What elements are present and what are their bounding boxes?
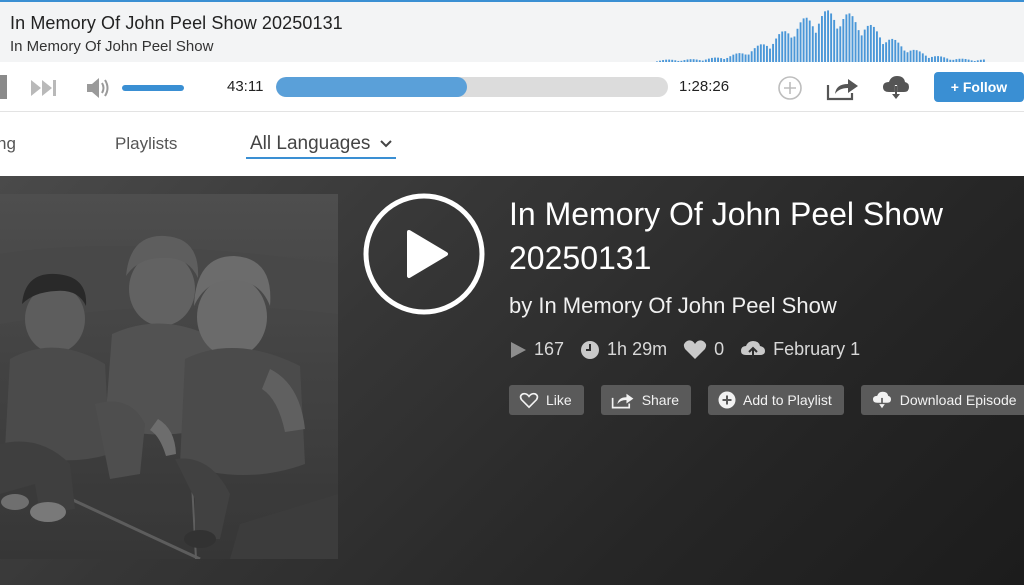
episode-hero: In Memory Of John Peel Show 20250131 by …	[0, 176, 1024, 585]
cloud-download-icon[interactable]	[882, 75, 910, 101]
waveform-bar	[814, 32, 817, 64]
progress-fill	[276, 77, 468, 97]
player-header: In Memory Of John Peel Show 20250131 In …	[0, 0, 1024, 64]
waveform-bar	[854, 22, 857, 64]
waveform-bar	[836, 28, 839, 64]
waveform-bar	[830, 13, 833, 64]
stat-duration: 1h 29m	[580, 339, 667, 360]
waveform-bar	[882, 44, 884, 64]
stat-date: February 1	[740, 339, 860, 360]
episode-byline[interactable]: by In Memory Of John Peel Show	[509, 293, 837, 319]
share-icon[interactable]	[826, 75, 860, 101]
waveform-bar	[888, 39, 891, 64]
follow-button[interactable]: + Follow	[934, 72, 1024, 102]
player-controls: 43:11 1:28:26 + Follow	[0, 62, 1024, 112]
cloud-upload-icon	[741, 340, 766, 359]
episode-cover-image	[0, 194, 338, 559]
add-circle-icon[interactable]	[777, 75, 803, 101]
total-duration: 1:28:26	[679, 78, 730, 95]
clock-icon	[581, 340, 600, 359]
episode-stats: 167 1h 29m 0 February 1	[509, 339, 876, 360]
add-to-playlist-label: Add to Playlist	[743, 392, 832, 408]
plays-count: 167	[534, 339, 565, 359]
waveform-bar	[811, 26, 814, 64]
likes-count: 0	[714, 339, 725, 359]
waveform-bar	[808, 20, 811, 64]
waveform-bar	[824, 11, 826, 64]
language-select[interactable]: All Languages	[246, 131, 397, 159]
waveform-bar	[863, 29, 866, 64]
waveform-bar	[799, 22, 802, 64]
waveform-bar	[848, 13, 851, 64]
waveform-bar	[897, 42, 900, 64]
waveform-bar	[857, 30, 860, 64]
share-label: Share	[641, 392, 680, 408]
waveform-bar	[885, 42, 888, 64]
track-subtitle[interactable]: In Memory Of John Peel Show	[10, 38, 213, 55]
stat-likes: 0	[683, 339, 724, 360]
cloud-download-icon	[872, 391, 891, 409]
waveform-bar	[817, 23, 820, 64]
episode-actions: Like Share Add to Playlist Download Epis…	[509, 385, 1024, 415]
waveform-bar	[793, 36, 796, 64]
waveform[interactable]	[656, 8, 986, 64]
add-to-playlist-button[interactable]: Add to Playlist	[708, 385, 844, 415]
waveform-bar	[845, 14, 848, 64]
play-count-icon	[511, 341, 526, 358]
waveform-bar	[778, 34, 781, 64]
play-pause-button-edge[interactable]	[0, 75, 7, 99]
skip-next-icon[interactable]	[30, 79, 58, 97]
publish-date: February 1	[773, 339, 861, 359]
nav-item-playlists[interactable]: Playlists	[115, 134, 177, 154]
share-icon	[611, 393, 634, 409]
waveform-bar	[802, 18, 805, 64]
waveform-bar	[851, 16, 854, 64]
track-title[interactable]: In Memory Of John Peel Show 20250131	[10, 13, 343, 34]
waveform-bar	[805, 17, 808, 64]
duration-text: 1h 29m	[607, 339, 668, 359]
add-circle-icon	[718, 391, 736, 409]
stat-plays: 167	[509, 339, 564, 360]
waveform-bar	[787, 33, 790, 64]
waveform-bar	[772, 43, 774, 64]
language-select-label: All Languages	[250, 133, 371, 154]
episode-title: In Memory Of John Peel Show 20250131	[509, 196, 943, 276]
waveform-bar	[833, 19, 836, 64]
waveform-bar	[872, 26, 875, 64]
waveform-bar	[879, 37, 881, 64]
heart-icon	[683, 339, 707, 359]
download-label: Download Episode	[899, 392, 1017, 408]
waveform-bar	[796, 28, 799, 64]
volume-icon[interactable]	[85, 76, 113, 100]
waveform-bar	[891, 38, 894, 64]
waveform-bar	[860, 35, 863, 64]
like-button[interactable]: Like	[509, 385, 584, 415]
waveform-bar	[876, 31, 878, 64]
chevron-down-icon	[380, 140, 393, 148]
waveform-bar	[781, 31, 784, 64]
waveform-bar	[775, 38, 778, 64]
waveform-bar	[827, 10, 829, 64]
waveform-bar	[790, 37, 793, 64]
download-episode-button[interactable]: Download Episode	[860, 385, 1024, 415]
like-label: Like	[546, 392, 572, 408]
volume-slider[interactable]	[122, 85, 184, 91]
progress-bar[interactable]	[276, 77, 668, 97]
waveform-bar	[866, 25, 869, 64]
elapsed-time: 43:11	[227, 78, 264, 95]
waveform-bar	[839, 26, 842, 64]
waveform-bar	[869, 24, 872, 64]
share-button[interactable]: Share	[600, 385, 692, 415]
heart-outline-icon	[519, 392, 539, 408]
waveform-bar	[784, 31, 787, 64]
nav-item-partial[interactable]: ng	[0, 134, 16, 154]
waveform-bar	[842, 19, 845, 64]
content-nav: ng Playlists All Languages	[0, 112, 1024, 176]
play-icon[interactable]	[362, 192, 486, 316]
waveform-bar	[894, 39, 897, 64]
waveform-bar	[821, 16, 823, 64]
